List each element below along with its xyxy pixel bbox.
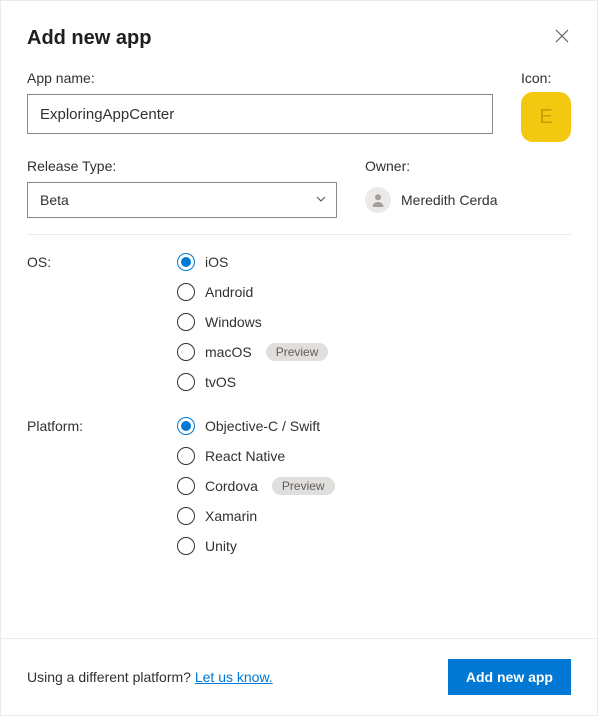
os-option[interactable]: Windows xyxy=(177,313,328,331)
os-option[interactable]: Android xyxy=(177,283,328,301)
radio-label: tvOS xyxy=(205,374,236,390)
owner-label: Owner: xyxy=(365,158,571,174)
os-option[interactable]: macOS Preview xyxy=(177,343,328,361)
owner-avatar xyxy=(365,187,391,213)
radio-icon xyxy=(177,313,195,331)
radio-label: Objective-C / Swift xyxy=(205,418,320,434)
preview-badge: Preview xyxy=(272,477,335,495)
radio-label: Cordova xyxy=(205,478,258,494)
footer-prompt: Using a different platform? xyxy=(27,669,195,685)
release-type-select[interactable]: Beta xyxy=(27,182,337,218)
add-new-app-button[interactable]: Add new app xyxy=(448,659,571,695)
platform-option[interactable]: Cordova Preview xyxy=(177,477,335,495)
radio-icon xyxy=(177,343,195,361)
app-name-label: App name: xyxy=(27,70,493,86)
platform-radio-group: Objective-C / Swift React Native Cordova Pr… xyxy=(177,417,335,555)
icon-label: Icon: xyxy=(521,70,571,86)
radio-label: Unity xyxy=(205,538,237,554)
radio-label: Windows xyxy=(205,314,262,330)
release-type-label: Release Type: xyxy=(27,158,337,174)
platform-option[interactable]: Xamarin xyxy=(177,507,335,525)
preview-badge: Preview xyxy=(266,343,329,361)
divider xyxy=(27,234,571,235)
platform-option[interactable]: React Native xyxy=(177,447,335,465)
radio-icon xyxy=(177,417,195,435)
radio-label: Android xyxy=(205,284,253,300)
radio-label: macOS xyxy=(205,344,252,360)
dialog-title: Add new app xyxy=(27,27,151,50)
footer-text: Using a different platform? Let us know. xyxy=(27,669,273,685)
app-icon-preview[interactable]: E xyxy=(521,92,571,142)
platform-label: Platform: xyxy=(27,418,83,434)
platform-option[interactable]: Unity xyxy=(177,537,335,555)
os-option[interactable]: tvOS xyxy=(177,373,328,391)
radio-icon xyxy=(177,373,195,391)
person-icon xyxy=(370,192,386,208)
platform-option[interactable]: Objective-C / Swift xyxy=(177,417,335,435)
app-name-input[interactable] xyxy=(27,94,493,134)
radio-label: Xamarin xyxy=(205,508,257,524)
close-button[interactable] xyxy=(553,27,571,45)
radio-icon xyxy=(177,537,195,555)
radio-label: iOS xyxy=(205,254,228,270)
os-option[interactable]: iOS xyxy=(177,253,328,271)
radio-icon xyxy=(177,253,195,271)
owner-name: Meredith Cerda xyxy=(401,192,498,208)
radio-label: React Native xyxy=(205,448,285,464)
let-us-know-link[interactable]: Let us know. xyxy=(195,669,273,685)
release-type-value: Beta xyxy=(40,192,69,208)
radio-icon xyxy=(177,447,195,465)
radio-icon xyxy=(177,477,195,495)
close-icon xyxy=(555,29,569,43)
os-radio-group: iOS Android Windows macOS Preview tvOS xyxy=(177,253,328,391)
radio-icon xyxy=(177,507,195,525)
radio-icon xyxy=(177,283,195,301)
os-label: OS: xyxy=(27,254,51,270)
